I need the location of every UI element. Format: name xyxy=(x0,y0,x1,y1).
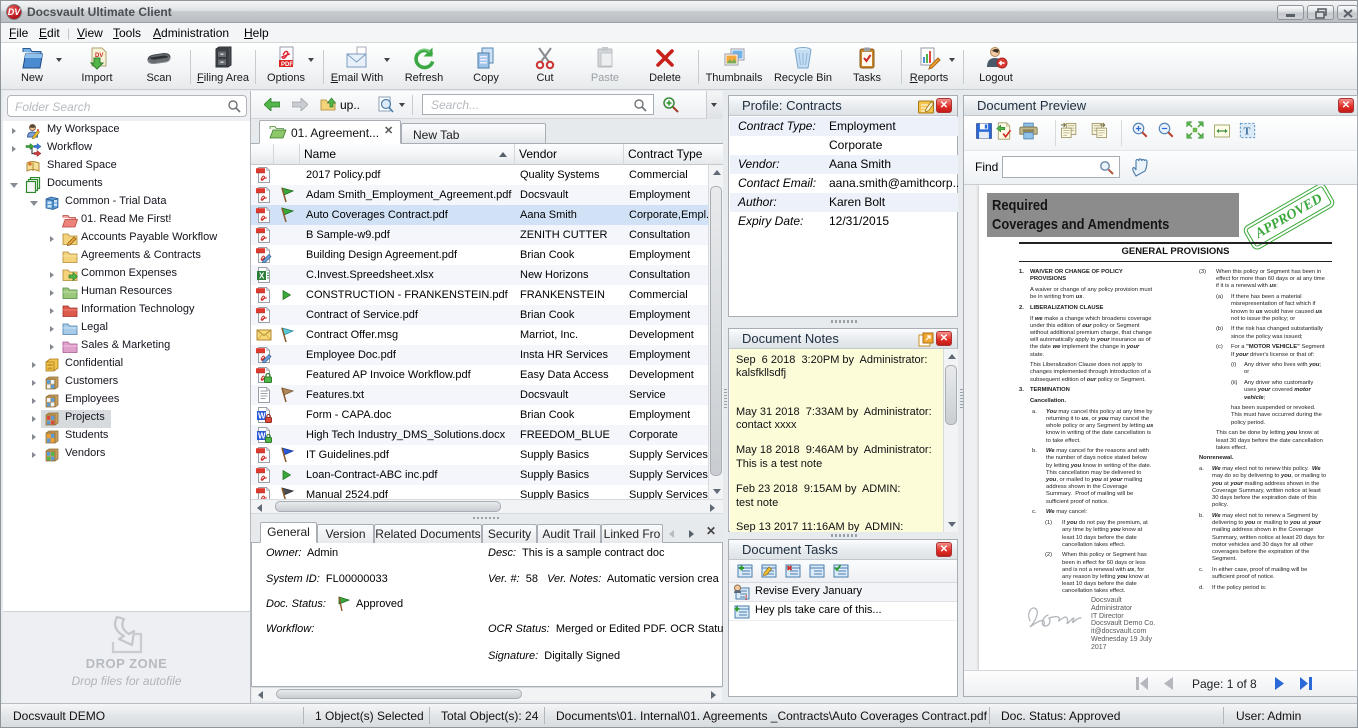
svg-text:!: ! xyxy=(745,595,747,600)
svg-text:X: X xyxy=(259,272,265,281)
svg-text:T: T xyxy=(1244,126,1251,137)
svg-text:W: W xyxy=(258,432,266,441)
svg-text:W: W xyxy=(258,412,266,421)
svg-text:PDF: PDF xyxy=(281,62,293,68)
